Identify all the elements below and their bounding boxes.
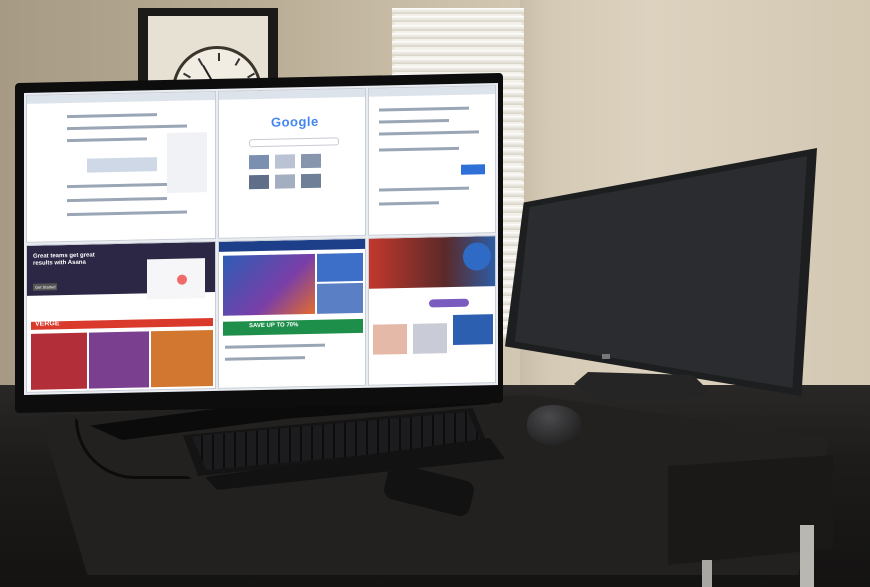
dialog-card bbox=[147, 258, 205, 300]
browser-toolbar bbox=[219, 88, 365, 100]
browser-pane-asana: Great teams get great results with Asana… bbox=[26, 240, 216, 393]
text-line bbox=[379, 106, 469, 112]
text-line bbox=[67, 124, 187, 131]
photo-tile bbox=[373, 323, 407, 355]
pill-button bbox=[429, 298, 469, 308]
article-tile bbox=[151, 330, 213, 388]
site-header bbox=[219, 238, 366, 252]
blind-slat bbox=[392, 41, 524, 48]
text-line bbox=[379, 201, 439, 206]
side-image bbox=[317, 252, 363, 282]
article-tile bbox=[31, 332, 87, 390]
blind-slat bbox=[392, 49, 524, 56]
tile bbox=[301, 173, 321, 189]
asana-button: Get Started bbox=[33, 283, 58, 291]
text-line bbox=[67, 113, 157, 119]
tile bbox=[275, 174, 295, 189]
blind-slat bbox=[392, 66, 524, 73]
blind-slat bbox=[392, 32, 524, 39]
text-line bbox=[379, 130, 479, 136]
blind-slat bbox=[392, 57, 524, 64]
tile bbox=[249, 174, 269, 190]
clock-tick bbox=[182, 72, 191, 79]
text-line bbox=[379, 146, 459, 152]
desk-leg bbox=[800, 525, 814, 587]
google-logo: Google bbox=[271, 113, 319, 130]
thumb-block bbox=[87, 157, 157, 173]
browser-pane-news bbox=[368, 85, 496, 236]
blind-slat bbox=[392, 8, 524, 14]
search-input bbox=[249, 137, 339, 148]
text-line bbox=[67, 137, 147, 143]
monitor-logo-icon bbox=[602, 354, 610, 359]
browser-pane-tech: SAVE UP TO 70% bbox=[218, 237, 366, 389]
asana-headline: Great teams get great results with Asana bbox=[33, 252, 95, 267]
blind-slat bbox=[392, 16, 524, 23]
desk-setup-photo: Google Great teams get great results wit… bbox=[0, 0, 870, 587]
browser-pane-store bbox=[368, 235, 496, 386]
text-line bbox=[379, 119, 449, 124]
desk-leg bbox=[702, 560, 712, 587]
hero-image bbox=[223, 253, 315, 316]
article-tile bbox=[89, 331, 149, 389]
ad-tile bbox=[453, 314, 493, 345]
text-line bbox=[379, 186, 469, 192]
main-monitor-screen: Google Great teams get great results wit… bbox=[24, 83, 498, 395]
tile bbox=[301, 153, 321, 169]
blind-slat bbox=[392, 24, 524, 31]
browser-pane-search bbox=[26, 90, 216, 243]
promo-text: SAVE UP TO 70% bbox=[249, 322, 299, 330]
site-logo: VERGE bbox=[35, 320, 60, 328]
browser-toolbar bbox=[369, 86, 495, 97]
side-image bbox=[317, 282, 363, 314]
side-panel bbox=[167, 132, 207, 193]
text-line bbox=[67, 210, 187, 217]
blue-button bbox=[461, 164, 485, 175]
photo-tile bbox=[413, 323, 447, 354]
text-line bbox=[67, 196, 167, 203]
browser-toolbar bbox=[27, 91, 215, 104]
mouse bbox=[527, 405, 582, 445]
clock-tick bbox=[234, 57, 241, 66]
tile bbox=[275, 154, 295, 169]
browser-pane-google: Google bbox=[218, 87, 366, 239]
clock-tick bbox=[218, 53, 220, 61]
text-line bbox=[225, 343, 325, 349]
text-line bbox=[225, 356, 305, 361]
tile bbox=[249, 154, 269, 170]
text-line bbox=[67, 182, 177, 189]
